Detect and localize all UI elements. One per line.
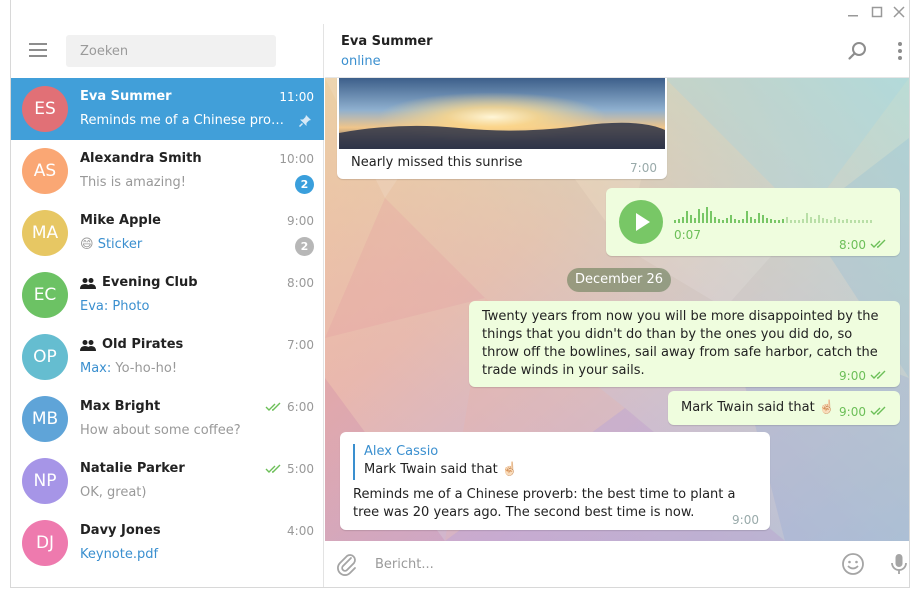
unread-badge: 2 (295, 175, 314, 194)
sunrise-photo[interactable] (339, 78, 665, 149)
chat-time: 7:00 (287, 338, 314, 352)
chat-time: 9:00 (287, 214, 314, 228)
close-icon[interactable] (891, 4, 907, 20)
pin-icon (298, 115, 311, 128)
date-separator: December 26 (567, 268, 671, 292)
chat-background: Nearly missed this sunrise 7:00 0:07 8:0… (325, 78, 909, 541)
group-icon (80, 339, 96, 351)
chat-preview: Max: Yo-ho-ho! (80, 361, 178, 376)
avatar[interactable]: NP (22, 458, 68, 504)
message-time: 8:00 (839, 238, 866, 252)
chat-name: Evening Club (80, 275, 198, 290)
chat-time: 11:00 (279, 90, 314, 104)
chat-preview: Reminds me of a Chinese proverb: the bes… (80, 113, 290, 128)
chat-name: Eva Summer (80, 89, 172, 104)
message-text: Mark Twain said that ☝🏻 (681, 400, 836, 415)
chat-name: Alexandra Smith (80, 151, 202, 166)
chat-preview: How about some coffee? (80, 423, 241, 438)
chat-time: 4:00 (287, 524, 314, 538)
play-icon[interactable] (619, 200, 663, 244)
message-time: 9:00 (839, 405, 866, 419)
avatar[interactable]: OP (22, 334, 68, 380)
chat-preview: OK, great) (80, 485, 147, 500)
sidebar: ES Eva Summer 11:00 Reminds me of a Chinese… (11, 24, 324, 587)
message-input[interactable] (375, 552, 815, 576)
search-input[interactable] (66, 35, 276, 67)
attach-icon[interactable] (335, 552, 359, 576)
avatar[interactable]: MB (22, 396, 68, 442)
message-time: 7:00 (630, 161, 657, 175)
chat-item[interactable]: DJ Davy Jones 4:00 Keynote.pdf (11, 512, 324, 574)
avatar[interactable]: AS (22, 148, 68, 194)
microphone-icon[interactable] (887, 552, 910, 576)
double-check-icon (265, 464, 281, 473)
title-bar (11, 0, 909, 24)
chat-preview: Eva: Photo (80, 299, 150, 314)
chat-item[interactable]: OP Old Pirates 7:00 Max: Yo-ho-ho! (11, 326, 324, 388)
chat-time: 5:00 (265, 462, 314, 476)
message-time: 9:00 (839, 369, 866, 383)
quote-message[interactable]: Twenty years from now you will be more d… (469, 301, 900, 387)
menu-icon[interactable] (29, 42, 49, 58)
chat-item[interactable]: NP Natalie Parker 5:00 OK, great) (11, 450, 324, 512)
avatar[interactable]: MA (22, 210, 68, 256)
voice-duration: 0:07 (674, 228, 701, 242)
author-message[interactable]: Mark Twain said that ☝🏻 9:00 (668, 391, 900, 425)
photo-message[interactable]: Nearly missed this sunrise 7:00 (337, 78, 667, 179)
message-text: Reminds me of a Chinese proverb: the bes… (353, 487, 736, 520)
reply-quote[interactable]: Mark Twain said that ☝🏻 (364, 461, 518, 479)
chat-title: Eva Summer (341, 34, 433, 49)
double-check-icon (870, 406, 886, 415)
chat-item[interactable]: AS Alexandra Smith 10:00 This is amazing! 2 (11, 140, 324, 202)
chat-preview: Keynote.pdf (80, 547, 159, 562)
chat-time: 10:00 (279, 152, 314, 166)
sidebar-header (11, 24, 324, 78)
avatar[interactable]: ES (22, 86, 68, 132)
chat-item[interactable]: EC Evening Club 8:00 Eva: Photo (11, 264, 324, 326)
avatar[interactable]: DJ (22, 520, 68, 566)
chat-panel: Eva Summer online Nearly missed this sun… (325, 24, 909, 587)
chat-time: 6:00 (265, 400, 314, 414)
chat-name: Max Bright (80, 399, 161, 414)
compose-bar (325, 541, 909, 587)
chat-name: Mike Apple (80, 213, 161, 228)
unread-badge: 2 (295, 237, 314, 256)
voice-message[interactable]: 0:07 8:00 (606, 188, 900, 256)
voice-waveform[interactable] (674, 203, 874, 223)
chat-item[interactable]: ES Eva Summer 11:00 Reminds me of a Chinese… (11, 78, 324, 140)
app-window: ES Eva Summer 11:00 Reminds me of a Chinese… (10, 0, 910, 588)
search-icon[interactable] (847, 40, 869, 62)
chat-name: Old Pirates (80, 337, 183, 352)
chat-preview: 😄 Sticker (80, 237, 143, 252)
photo-caption: Nearly missed this sunrise (351, 155, 523, 170)
avatar[interactable]: EC (22, 272, 68, 318)
minimize-icon[interactable] (845, 4, 861, 20)
chat-item[interactable]: MB Max Bright 6:00 How about some coffee? (11, 388, 324, 450)
message-text: Twenty years from now you will be more d… (482, 309, 879, 378)
double-check-icon (265, 402, 281, 411)
chat-name: Davy Jones (80, 523, 161, 538)
chat-name: Natalie Parker (80, 461, 185, 476)
emoji-icon[interactable] (841, 552, 865, 576)
group-icon (80, 277, 96, 289)
chat-time: 8:00 (287, 276, 314, 290)
reply-bar (353, 444, 355, 480)
chat-status: online (341, 54, 381, 69)
double-check-icon (870, 370, 886, 379)
chat-list: ES Eva Summer 11:00 Reminds me of a Chinese… (11, 78, 324, 574)
message-time: 9:00 (732, 513, 759, 527)
more-options-icon[interactable] (889, 40, 910, 62)
chat-preview: This is amazing! (80, 175, 186, 190)
chat-header: Eva Summer online (325, 24, 909, 78)
double-check-icon (870, 239, 886, 248)
maximize-icon[interactable] (869, 4, 885, 20)
reply-message[interactable]: Alex Cassio Mark Twain said that ☝🏻 Remi… (340, 432, 770, 530)
chat-item[interactable]: MA Mike Apple 9:00 😄 Sticker 2 (11, 202, 324, 264)
reply-author[interactable]: Alex Cassio (364, 443, 438, 461)
